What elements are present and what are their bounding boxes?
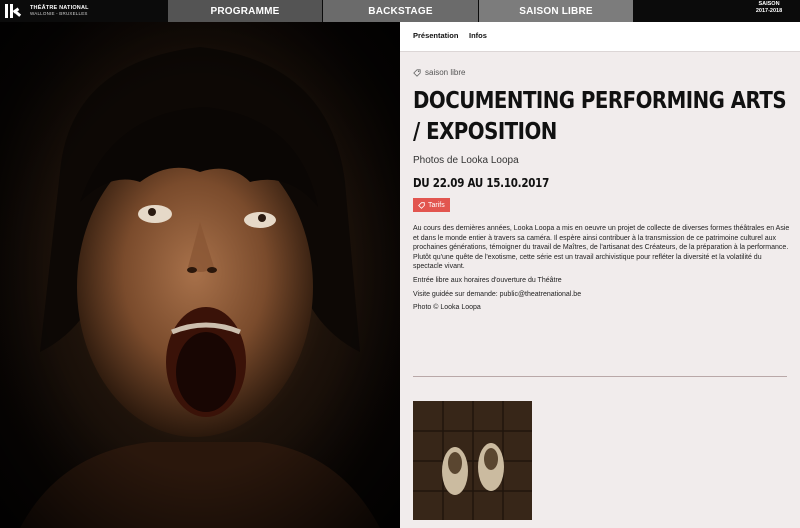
tab-presentation[interactable]: Présentation	[413, 31, 458, 40]
season-title: SAISON	[758, 1, 780, 7]
nav-backstage[interactable]: BACKSTAGE	[323, 0, 478, 22]
category-tag-label: saison libre	[425, 68, 466, 77]
logo-subtitle: WALLONIE - BRUXELLES	[30, 11, 88, 16]
event-description-block: Au cours des dernières années, Looka Loo…	[413, 224, 791, 317]
top-navigation-bar: THÉÂTRE NATIONAL WALLONIE - BRUXELLES PR…	[0, 0, 800, 22]
tag-icon	[413, 68, 421, 77]
event-dates: DU 22.09 AU 15.10.2017	[413, 176, 550, 190]
category-tag[interactable]: saison libre	[413, 68, 465, 77]
tarifs-button[interactable]: Tarifs	[413, 198, 450, 212]
theatre-logo[interactable]: THÉÂTRE NATIONAL WALLONIE - BRUXELLES	[4, 1, 89, 21]
event-title: DOCUMENTING PERFORMING ARTS / EXPOSITION	[413, 88, 787, 145]
event-visit-info[interactable]: Visite guidée sur demande: public@theatr…	[413, 290, 791, 300]
tag-icon	[418, 201, 425, 209]
event-subtitle: Photos de Looka Loopa	[413, 155, 519, 166]
logo-mark-icon	[4, 2, 26, 20]
tab-infos[interactable]: Infos	[469, 31, 487, 40]
event-description: Au cours des dernières années, Looka Loo…	[413, 225, 790, 271]
gallery-thumbnail[interactable]	[413, 401, 532, 520]
tarifs-label: Tarifs	[428, 201, 445, 209]
hero-photo-illustration	[0, 22, 400, 528]
detail-tabs: Présentation Infos	[400, 22, 800, 52]
gallery-thumbnail-image	[413, 401, 532, 520]
photo-credit: Photo © Looka Loopa	[413, 304, 481, 312]
hero-photo	[0, 22, 400, 528]
section-divider	[413, 376, 787, 377]
logo-text: THÉÂTRE NATIONAL WALLONIE - BRUXELLES	[30, 5, 89, 17]
nav-saison-libre[interactable]: SAISON LIBRE	[479, 0, 633, 22]
nav-programme[interactable]: PROGRAMME	[168, 0, 322, 22]
event-detail-panel: Présentation Infos saison libre DOCUMENT…	[400, 22, 800, 528]
event-entry-info: Entrée libre aux horaires d'ouverture du…	[413, 276, 562, 284]
season-years: 2017-2018	[755, 8, 783, 14]
season-label: SAISON 2017-2018	[744, 1, 794, 15]
